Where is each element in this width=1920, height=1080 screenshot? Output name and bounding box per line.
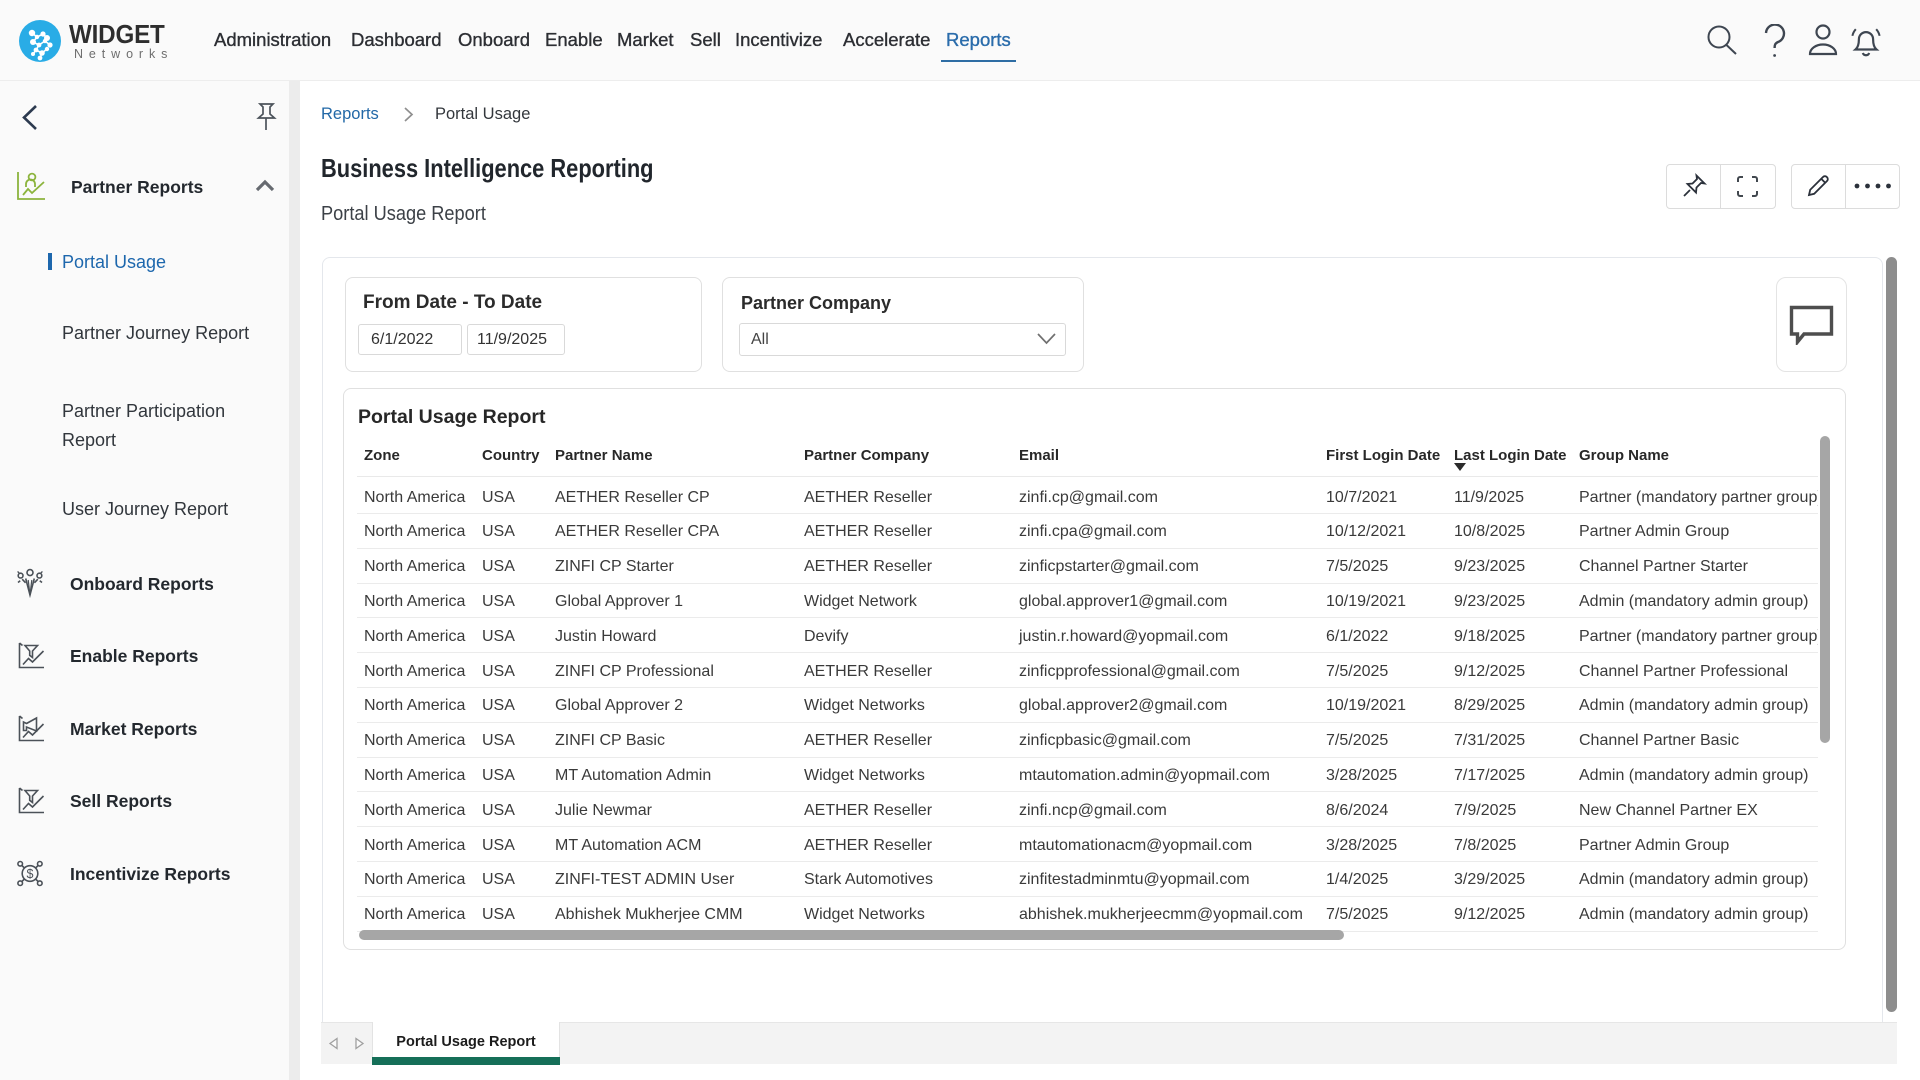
svg-text:$: $ [27,867,34,881]
